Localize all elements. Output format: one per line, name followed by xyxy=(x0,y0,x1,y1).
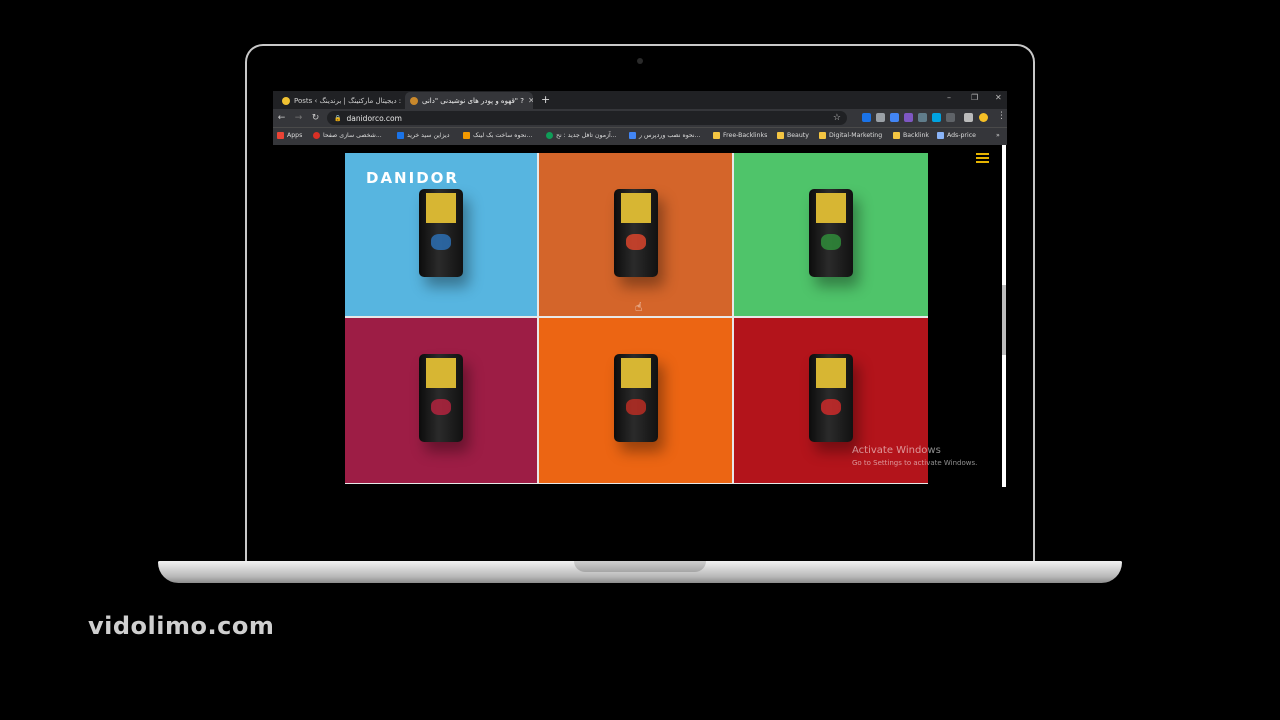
url-text: danidorco.com xyxy=(346,113,402,123)
apps-grid-icon xyxy=(277,132,284,139)
tab-strip: Posts ‹ دیجیتال مارکتینگ | برندینگ : ✕ ق… xyxy=(273,91,1007,109)
avatar[interactable] xyxy=(979,113,988,122)
bookmarks-bar: Apps شخصی سازی صفحا... دیزاین سید خرید ن… xyxy=(273,127,1007,145)
product-can xyxy=(419,189,463,277)
bookmarks-overflow-icon[interactable]: » xyxy=(996,132,1000,139)
product-can xyxy=(809,354,853,442)
tab-title: Posts ‹ دیجیتال مارکتینگ | برندینگ : xyxy=(294,96,402,105)
can-art xyxy=(821,399,841,415)
can-art xyxy=(625,234,646,250)
can-label xyxy=(620,358,651,388)
bookmark-favicon-icon xyxy=(546,132,553,139)
scrollbar-thumb[interactable] xyxy=(1002,285,1006,355)
can-art xyxy=(431,234,451,250)
product-tile[interactable] xyxy=(734,153,928,316)
bookmark-item[interactable]: نحوه نصب وردپرس ر... xyxy=(629,132,701,139)
bookmark-item[interactable]: شخصی سازی صفحا... xyxy=(313,132,382,139)
webcam xyxy=(637,58,643,64)
product-can xyxy=(613,189,658,277)
bookmark-apps[interactable]: Apps xyxy=(277,132,302,139)
can-label xyxy=(816,193,846,223)
can-label xyxy=(426,193,456,223)
can-label xyxy=(620,193,651,223)
bookmark-favicon-icon xyxy=(937,132,944,139)
site-logo[interactable]: DANIDOR xyxy=(366,169,459,187)
browser-window: Posts ‹ دیجیتال مارکتینگ | برندینگ : ✕ ق… xyxy=(273,91,1007,487)
page-viewport: DANIDOR ☝ Activate Windows Go to Setting… xyxy=(273,145,1007,487)
folder-icon xyxy=(777,132,784,139)
product-can xyxy=(809,189,853,277)
product-tile[interactable] xyxy=(539,153,732,316)
laptop-notch xyxy=(574,561,706,572)
browser-toolbar: ← → ↻ 🔒 danidorco.com ☆ ⋮ xyxy=(273,109,1007,127)
more-menu-icon[interactable]: ⋮ xyxy=(997,111,1006,121)
extension-icon[interactable] xyxy=(904,113,913,122)
hand-cursor-icon: ☝ xyxy=(635,300,643,314)
extension-icon[interactable] xyxy=(890,113,899,122)
product-can xyxy=(613,354,658,442)
bookmark-item[interactable]: Ads-price xyxy=(937,132,976,139)
activation-watermark-hint: Go to Settings to activate Windows. xyxy=(852,459,978,467)
video-watermark: vidolimo.com xyxy=(88,612,275,640)
menu-hamburger-icon[interactable] xyxy=(976,153,989,165)
puzzle-icon[interactable] xyxy=(964,113,973,122)
can-art xyxy=(625,399,646,415)
extension-icon[interactable] xyxy=(946,113,955,122)
tab-posts[interactable]: Posts ‹ دیجیتال مارکتینگ | برندینگ : ✕ xyxy=(277,92,403,109)
close-icon[interactable]: ✕ xyxy=(528,96,533,105)
extension-icon[interactable] xyxy=(862,113,871,122)
bookmark-folder[interactable]: Digital-Marketing xyxy=(819,132,882,139)
folder-icon xyxy=(819,132,826,139)
star-icon[interactable]: ☆ xyxy=(833,113,841,123)
product-tile[interactable]: DANIDOR xyxy=(345,153,537,316)
folder-icon xyxy=(713,132,720,139)
can-label xyxy=(816,358,846,388)
bookmark-folder[interactable]: Beauty xyxy=(777,132,809,139)
product-grid: DANIDOR xyxy=(345,153,928,484)
bookmark-folder[interactable]: Free-Backlinks xyxy=(713,132,767,139)
close-window-button[interactable]: ✕ xyxy=(995,93,1002,102)
bookmark-item[interactable]: دیزاین سید خرید xyxy=(397,132,450,139)
minimize-button[interactable]: – xyxy=(947,93,951,102)
extension-icon[interactable] xyxy=(918,113,927,122)
back-arrow-icon[interactable]: ← xyxy=(273,113,290,123)
extension-icon[interactable] xyxy=(932,113,941,122)
bookmark-item[interactable]: آزمون تافل جدید : نح... xyxy=(546,132,617,139)
extension-icon[interactable] xyxy=(876,113,885,122)
wordpress-favicon-icon xyxy=(282,96,290,105)
pinterest-icon xyxy=(313,132,320,139)
bookmark-favicon-icon xyxy=(629,132,636,139)
new-tab-button[interactable]: + xyxy=(541,93,550,106)
bookmark-folder[interactable]: Backlink xyxy=(893,132,929,139)
reload-icon[interactable]: ↻ xyxy=(307,113,324,123)
product-tile[interactable] xyxy=(539,318,732,483)
product-can xyxy=(419,354,463,442)
can-label xyxy=(426,358,456,388)
tab-danidor[interactable]: قهوه و پودر های نوشیدنی "دانی" ? ✕ xyxy=(405,92,533,109)
can-art xyxy=(431,399,451,415)
bookmark-favicon-icon xyxy=(463,132,470,139)
activation-watermark-title: Activate Windows xyxy=(852,445,941,456)
bookmark-item[interactable]: نحوه ساخت بک لینک... xyxy=(463,132,532,139)
lock-icon: 🔒 xyxy=(334,114,342,122)
bookmark-favicon-icon xyxy=(397,132,404,139)
forward-arrow-icon[interactable]: → xyxy=(290,113,307,123)
tab-title: قهوه و پودر های نوشیدنی "دانی" ? xyxy=(422,96,524,105)
address-bar[interactable]: 🔒 danidorco.com ☆ xyxy=(327,111,847,125)
product-tile[interactable] xyxy=(345,318,537,483)
site-favicon-icon xyxy=(410,96,418,105)
restore-button[interactable]: ❐ xyxy=(971,93,978,102)
folder-icon xyxy=(893,132,900,139)
can-art xyxy=(821,234,841,250)
